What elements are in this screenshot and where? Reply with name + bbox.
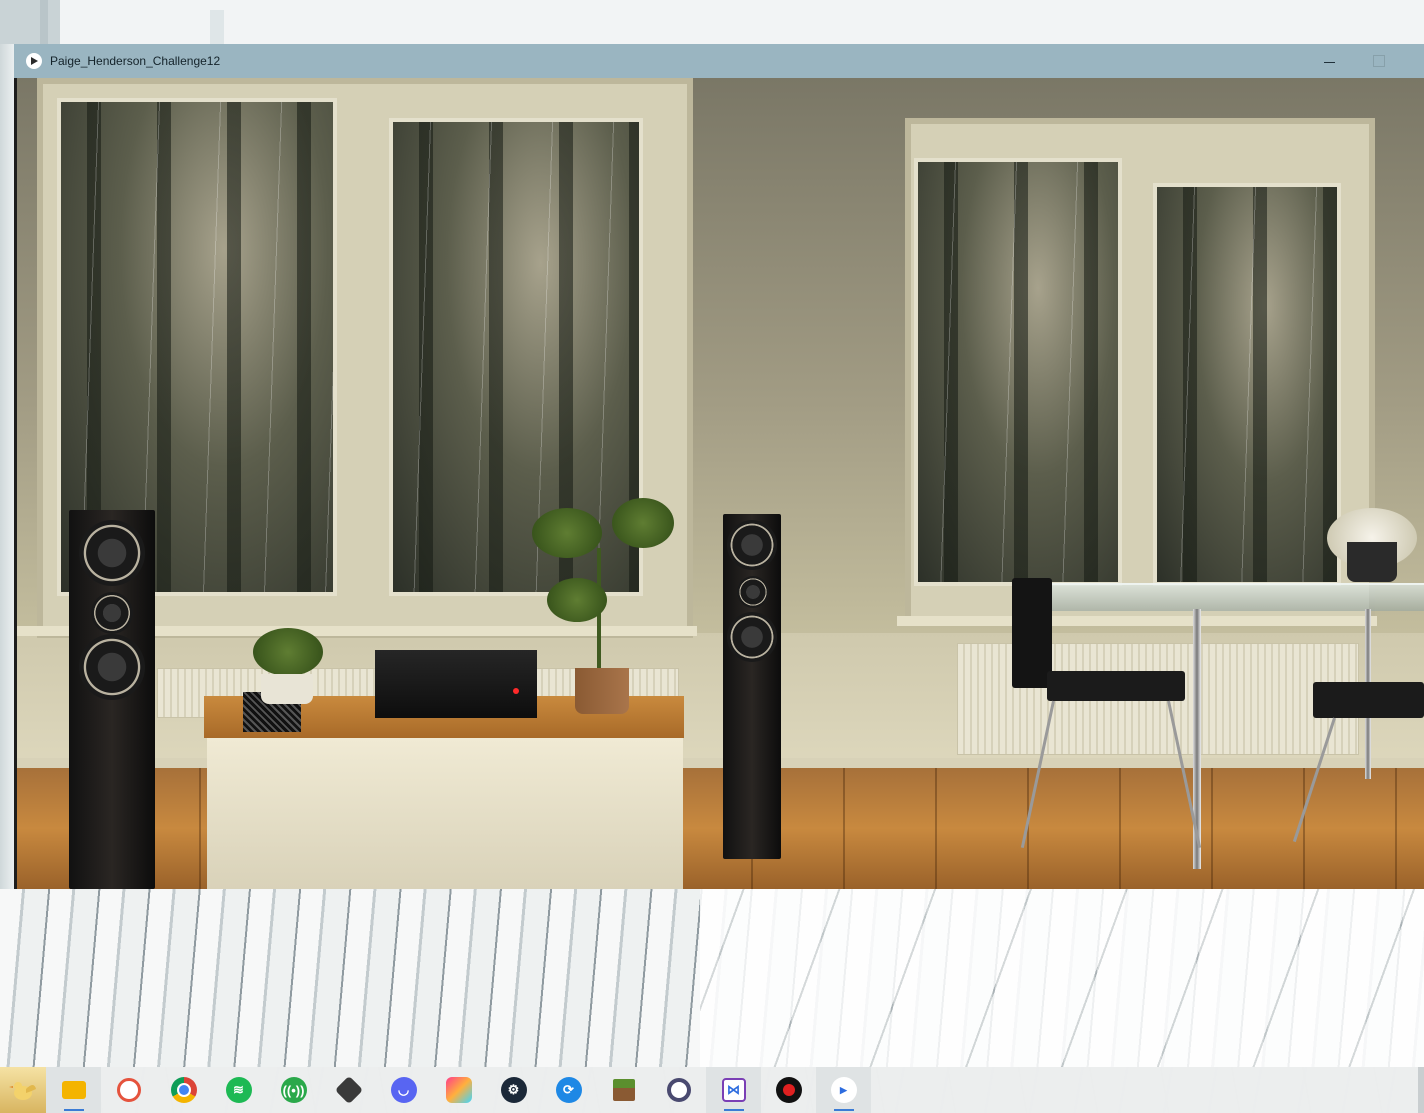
- speaker-driver: [727, 520, 777, 570]
- window-pane: [389, 118, 643, 596]
- speaker-driver: [91, 592, 133, 634]
- start-button[interactable]: [0, 1067, 46, 1113]
- monstera-leaf: [612, 498, 674, 548]
- video-frame[interactable]: [17, 78, 1424, 889]
- steam-icon: ⚙: [500, 1077, 527, 1103]
- network-icon: ⟳: [555, 1077, 582, 1103]
- vs-icon: ⋈: [721, 1078, 746, 1102]
- window-title: Paige_Henderson_Challenge12: [50, 54, 221, 68]
- speaker-driver: [727, 612, 777, 662]
- glass-table: [1047, 583, 1424, 611]
- taskbar-podcast[interactable]: ((•)): [266, 1067, 321, 1113]
- wallpaper-top: [0, 0, 1424, 44]
- window-sill: [897, 616, 1377, 626]
- orchid-pot: [1347, 542, 1397, 582]
- monstera-leaf: [532, 508, 602, 558]
- plant-pot: [575, 668, 629, 714]
- grass-block-icon: [612, 1079, 635, 1101]
- amplifier: [375, 650, 537, 718]
- taskbar-visual-studio[interactable]: ⋈: [706, 1067, 761, 1113]
- maximize-icon: [1373, 55, 1385, 67]
- chair-back: [1012, 578, 1052, 688]
- play-icon: ▶: [830, 1077, 857, 1103]
- chair-seat: [1313, 682, 1424, 718]
- power-led: [513, 688, 519, 694]
- taskbar-photo-app[interactable]: [431, 1067, 486, 1113]
- taskbar-discord[interactable]: ◡: [376, 1067, 431, 1113]
- broadcast-icon: ((•)): [280, 1077, 307, 1103]
- record-icon: [775, 1077, 802, 1103]
- right-speaker: [723, 514, 781, 859]
- taskbar-media-player[interactable]: ▶: [816, 1067, 871, 1113]
- window-pane: [914, 158, 1122, 586]
- taskbar-paint[interactable]: [101, 1067, 156, 1113]
- play-icon: [26, 53, 42, 69]
- spiral-icon: [116, 1078, 141, 1102]
- taskbar-network[interactable]: ⟳: [541, 1067, 596, 1113]
- show-desktop-button[interactable]: [1418, 1067, 1424, 1113]
- gallery-icon: [445, 1077, 472, 1103]
- taskbar-chrome[interactable]: [156, 1067, 211, 1113]
- monstera-leaf: [547, 578, 607, 622]
- taskbar-file-explorer[interactable]: [46, 1067, 101, 1113]
- maximize-button[interactable]: [1356, 44, 1402, 78]
- window-titlebar[interactable]: Paige_Henderson_Challenge12: [14, 44, 1424, 78]
- taskbar-minecraft[interactable]: [596, 1067, 651, 1113]
- taskbar-recorder[interactable]: [761, 1067, 816, 1113]
- taskbar-unity[interactable]: [321, 1067, 376, 1113]
- taskbar: ≋ ((•)) ◡ ⚙ ⟳ ⋈ ▶: [0, 1067, 1424, 1113]
- cabinet: [207, 738, 683, 889]
- media-window: Paige_Henderson_Challenge12: [14, 44, 1424, 889]
- minimize-icon: [1323, 61, 1335, 63]
- chair-seat: [1047, 671, 1185, 701]
- cube-icon: [334, 1075, 363, 1105]
- left-speaker: [69, 510, 155, 889]
- taskbar-steam[interactable]: ⚙: [486, 1067, 541, 1113]
- spotify-icon: ≋: [225, 1077, 252, 1103]
- chrome-icon: [170, 1077, 197, 1103]
- taskbar-spotify[interactable]: ≋: [211, 1067, 266, 1113]
- speaker-driver: [79, 634, 145, 700]
- speaker-driver: [737, 576, 769, 608]
- wallpaper-slats: [0, 889, 1424, 1067]
- speaker-driver: [79, 520, 145, 586]
- discord-icon: ◡: [390, 1077, 417, 1103]
- window-pane: [1153, 183, 1341, 586]
- plant-pot: [261, 674, 313, 704]
- taskbar-ring-app[interactable]: [651, 1067, 706, 1113]
- small-plant: [253, 628, 323, 676]
- ring-icon: [666, 1078, 691, 1102]
- minimize-button[interactable]: [1306, 44, 1352, 78]
- start-bird-icon: [9, 1082, 36, 1100]
- folder-icon: [61, 1081, 86, 1099]
